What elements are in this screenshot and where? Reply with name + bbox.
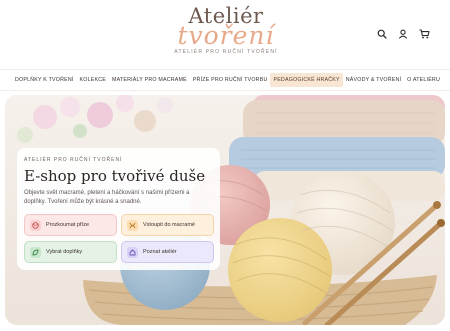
meet-atelier-button[interactable]: Poznat ateliér	[121, 241, 214, 263]
enter-macrame-label: Vstoupit do macramé	[143, 222, 195, 228]
cart-icon[interactable]	[418, 28, 430, 40]
explore-yarn-label: Prozkoumat příze	[46, 222, 90, 228]
nav-item-kolekce[interactable]: Kolekce	[77, 73, 109, 87]
choose-accessories-label: Vybrat doplňky	[46, 249, 83, 255]
hero-card: Ateliér pro ruční tvoření E-shop pro tvo…	[17, 148, 220, 270]
brand-tagline: Ateliér pro ruční tvoření	[174, 49, 278, 55]
hero-description: Objevte svět macramé, pletení a háčkován…	[24, 190, 190, 205]
nav-item-navody[interactable]: Návody & tvoření	[343, 73, 404, 87]
brand-logo-line2: tvoření	[177, 21, 275, 50]
yarn-icon	[30, 219, 41, 231]
hero-title: E-shop pro tvořivé duše	[24, 167, 206, 185]
leaf-icon	[30, 246, 41, 258]
meet-atelier-label: Poznat ateliér	[143, 249, 177, 255]
user-icon[interactable]	[397, 28, 409, 40]
header-actions	[376, 28, 430, 40]
yarn-ball-yellow	[228, 218, 332, 322]
hero-actions: Prozkoumat příze Vstoupit do macramé Vyb…	[24, 214, 214, 263]
page: Ateliér tvoření Ateliér pro ruční tvořen…	[0, 0, 450, 331]
explore-yarn-button[interactable]: Prozkoumat příze	[24, 214, 117, 236]
site-header: Ateliér tvoření Ateliér pro ruční tvořen…	[0, 0, 450, 66]
nav-item-prize[interactable]: Příze pro ruční tvorbu	[190, 73, 271, 87]
main-navigation: Doplňky k tvoření Kolekce Materiály pro …	[0, 69, 450, 91]
nav-item-doplnky[interactable]: Doplňky k tvoření	[12, 73, 77, 87]
brand-logo[interactable]: Ateliér tvoření Ateliér pro ruční tvořen…	[160, 5, 292, 61]
hero-eyebrow: Ateliér pro ruční tvoření	[24, 157, 123, 163]
home-icon	[127, 246, 138, 258]
nav-item-hracky[interactable]: Pedagogické hračky	[270, 73, 343, 87]
search-icon[interactable]	[376, 28, 388, 40]
nav-item-macrame[interactable]: Materiály pro macramé	[109, 73, 190, 87]
choose-accessories-button[interactable]: Vybrat doplňky	[24, 241, 117, 263]
knot-icon	[127, 219, 138, 231]
nav-item-o-atelieru[interactable]: O ateliéru	[404, 73, 443, 87]
enter-macrame-button[interactable]: Vstoupit do macramé	[121, 214, 214, 236]
